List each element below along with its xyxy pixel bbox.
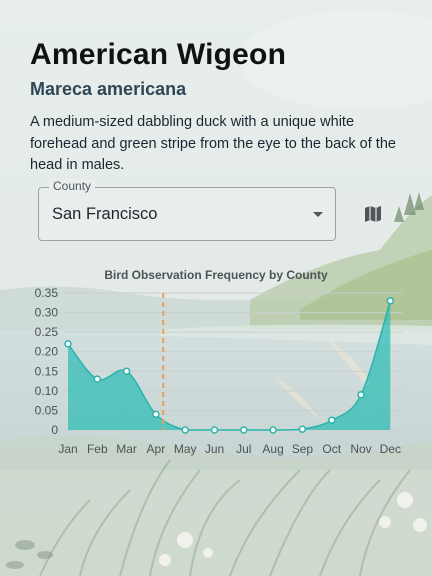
map-icon — [365, 206, 381, 222]
y-tick-label: 0.20 — [35, 345, 59, 359]
x-tick-label: Feb — [87, 442, 108, 456]
data-point-jul — [240, 426, 248, 434]
county-select-value: San Francisco — [52, 205, 158, 223]
species-card: American Wigeon Mareca americana A mediu… — [0, 0, 432, 576]
x-tick-label: Nov — [350, 442, 371, 456]
chevron-down-icon — [313, 212, 323, 217]
data-point-jan — [64, 340, 72, 348]
data-point-jun — [210, 426, 219, 434]
species-common-name: American Wigeon — [30, 38, 287, 71]
data-point-sep — [298, 425, 307, 433]
x-tick-label: Jul — [236, 442, 251, 456]
data-point-feb — [93, 375, 102, 383]
y-tick-label: 0.25 — [35, 325, 59, 339]
x-tick-label: Jun — [205, 442, 224, 456]
data-point-mar — [122, 367, 131, 376]
chart-title: Bird Observation Frequency by County — [104, 268, 328, 282]
data-point-apr — [152, 410, 160, 419]
species-description: A medium-sized dabbling duck with a uniq… — [30, 114, 396, 173]
x-tick-label: Mar — [116, 442, 137, 456]
species-scientific-name: Mareca americana — [30, 79, 187, 99]
county-select[interactable]: County San Francisco — [38, 179, 336, 241]
x-tick-label: Apr — [147, 442, 166, 456]
data-point-may — [181, 426, 189, 434]
y-tick-label: 0.15 — [35, 364, 59, 378]
data-point-nov — [357, 391, 365, 399]
y-tick-label: 0.30 — [35, 306, 59, 320]
data-point-dec — [386, 297, 395, 305]
x-tick-label: May — [174, 442, 197, 456]
data-point-aug — [269, 426, 277, 434]
y-tick-label: 0.35 — [35, 286, 59, 300]
x-tick-label: Aug — [262, 442, 283, 456]
y-tick-label: 0 — [51, 423, 58, 437]
map-button[interactable] — [362, 203, 384, 225]
observation-frequency-chart: 0 0.05 0.10 0.15 0.20 0.25 0.30 0.35 Jan Feb Mar Ap… — [35, 286, 403, 456]
x-tick-label: Dec — [380, 442, 401, 456]
x-tick-label: Oct — [322, 442, 341, 456]
y-tick-label: 0.05 — [35, 403, 59, 417]
county-select-label: County — [49, 179, 96, 193]
x-tick-label: Jan — [58, 442, 77, 456]
data-point-oct — [327, 416, 336, 424]
x-tick-label: Sep — [292, 442, 314, 456]
y-tick-label: 0.10 — [35, 384, 59, 398]
